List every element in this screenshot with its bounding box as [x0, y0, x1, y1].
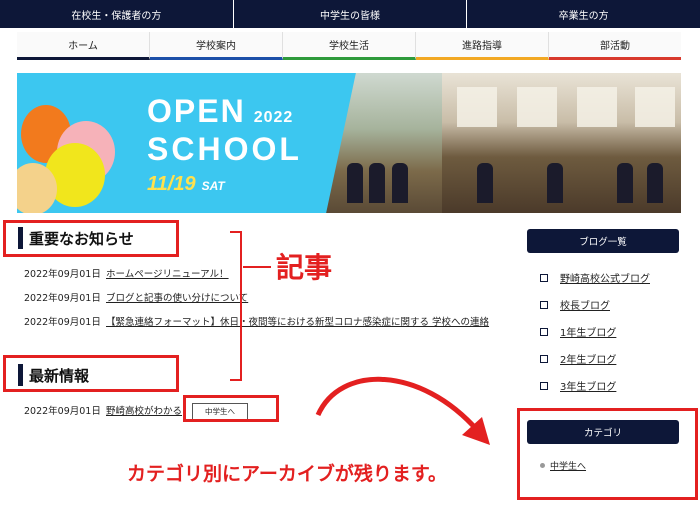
top-nav: 在校生・保護者の方 中学生の皆様 卒業生の方 [0, 0, 700, 28]
news-link[interactable]: ブログと記事の使い分けについて [106, 293, 248, 304]
main-nav-school-life[interactable]: 学校生活 [283, 32, 416, 60]
square-bullet-icon [540, 327, 548, 336]
square-bullet-icon [540, 381, 548, 390]
blog-list-item[interactable]: 3年生ブログ [540, 378, 616, 393]
main-nav-home[interactable]: ホーム [17, 32, 150, 60]
blog-list-item[interactable]: 2年生ブログ [540, 351, 616, 366]
main-nav: ホーム 学校案内 学校生活 進路指導 部活動 [17, 32, 681, 60]
annotation-note: カテゴリ別にアーカイブが残ります。 [127, 463, 447, 485]
main-nav-clubs[interactable]: 部活動 [549, 32, 681, 60]
news-item: 2022年09月01日 ホームページリニューアル！ [24, 269, 229, 280]
annotation-box [183, 395, 279, 422]
top-nav-item[interactable]: 中学生の皆様 [234, 0, 468, 28]
hero-banner[interactable]: OPEN 2022 SCHOOL 11/19 SAT [17, 73, 681, 213]
annotation-label: 記事 [276, 251, 333, 284]
hero-photo [317, 73, 681, 213]
blog-list-item[interactable]: 1年生ブログ [540, 324, 616, 339]
news-link[interactable]: 【緊急連絡フォーマット】休日・夜間等における新型コロナ感染症に関する 学校への連… [106, 317, 489, 328]
news-item: 2022年09月01日 ブログと記事の使い分けについて [24, 293, 249, 304]
annotation-arrow-icon [315, 376, 490, 445]
hero-title-school: SCHOOL [147, 131, 302, 167]
square-bullet-icon [540, 300, 548, 309]
hero-date: 11/19 SAT [147, 173, 225, 195]
category-item[interactable]: 中学生へ [540, 459, 586, 472]
blog-list-item[interactable]: 校長ブログ [540, 297, 610, 312]
news-item: 2022年09月01日 【緊急連絡フォーマット】休日・夜間等における新型コロナ感染… [24, 317, 490, 328]
top-nav-item[interactable]: 在校生・保護者の方 [0, 0, 234, 28]
square-bullet-icon [540, 273, 548, 282]
category-heading: カテゴリ [527, 420, 679, 444]
news-link[interactable]: ホームページリニューアル！ [106, 269, 229, 280]
main-nav-career[interactable]: 進路指導 [416, 32, 549, 60]
news-link[interactable]: 野崎高校がわかる [106, 406, 182, 417]
annotation-bracket [230, 231, 242, 381]
square-bullet-icon [540, 354, 548, 363]
hero-title-open: OPEN 2022 [147, 93, 294, 129]
blog-list-item[interactable]: 野崎高校公式ブログ [540, 270, 650, 285]
dot-bullet-icon [540, 463, 545, 468]
top-nav-item[interactable]: 卒業生の方 [467, 0, 700, 28]
annotation-box [3, 355, 179, 392]
annotation-dash [243, 266, 271, 268]
blog-list-heading: ブログ一覧 [527, 229, 679, 253]
main-nav-about[interactable]: 学校案内 [150, 32, 283, 60]
annotation-box [3, 220, 179, 257]
